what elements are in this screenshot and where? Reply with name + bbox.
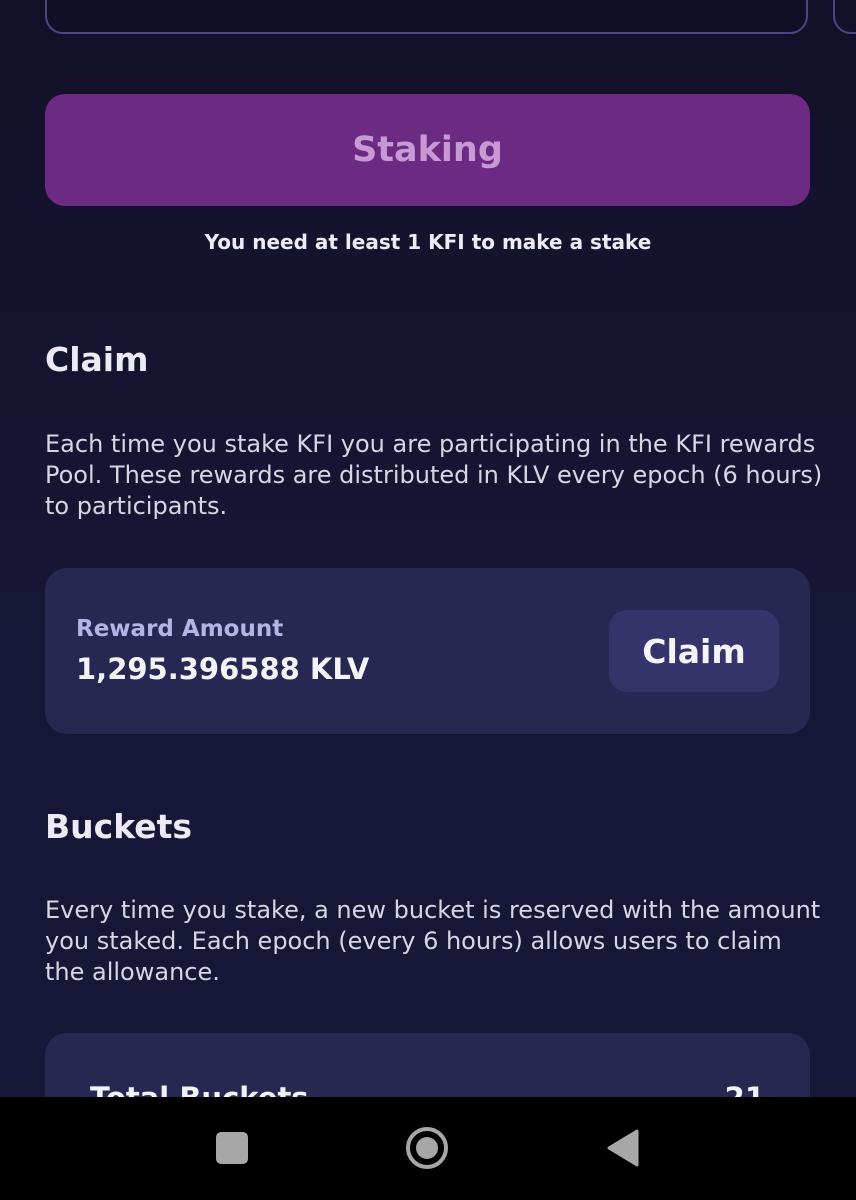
reward-amount-label: Reward Amount: [76, 616, 284, 642]
staking-button[interactable]: Staking: [45, 94, 810, 206]
top-card-secondary: [833, 0, 856, 34]
claim-button[interactable]: Claim: [609, 610, 779, 692]
buckets-section-description: Every time you stake, a new bucket is re…: [45, 896, 821, 986]
reward-amount-value: 1,295.396588 KLV: [76, 652, 370, 686]
stake-requirement-note: You need at least 1 KFI to make a stake: [204, 230, 652, 254]
home-icon[interactable]: [405, 1126, 449, 1170]
recents-icon[interactable]: [216, 1132, 248, 1164]
android-navigation-bar: [0, 1097, 856, 1200]
reward-card: Reward Amount 1,295.396588 KLV Claim: [45, 568, 810, 734]
staking-page: Staking You need at least 1 KFI to make …: [0, 0, 856, 1200]
top-card: [45, 0, 808, 34]
buckets-section-title: Buckets: [45, 807, 193, 846]
back-icon[interactable]: [605, 1129, 639, 1167]
claim-section-description: Each time you stake KFI you are particip…: [45, 430, 823, 520]
claim-section-title: Claim: [45, 340, 149, 379]
